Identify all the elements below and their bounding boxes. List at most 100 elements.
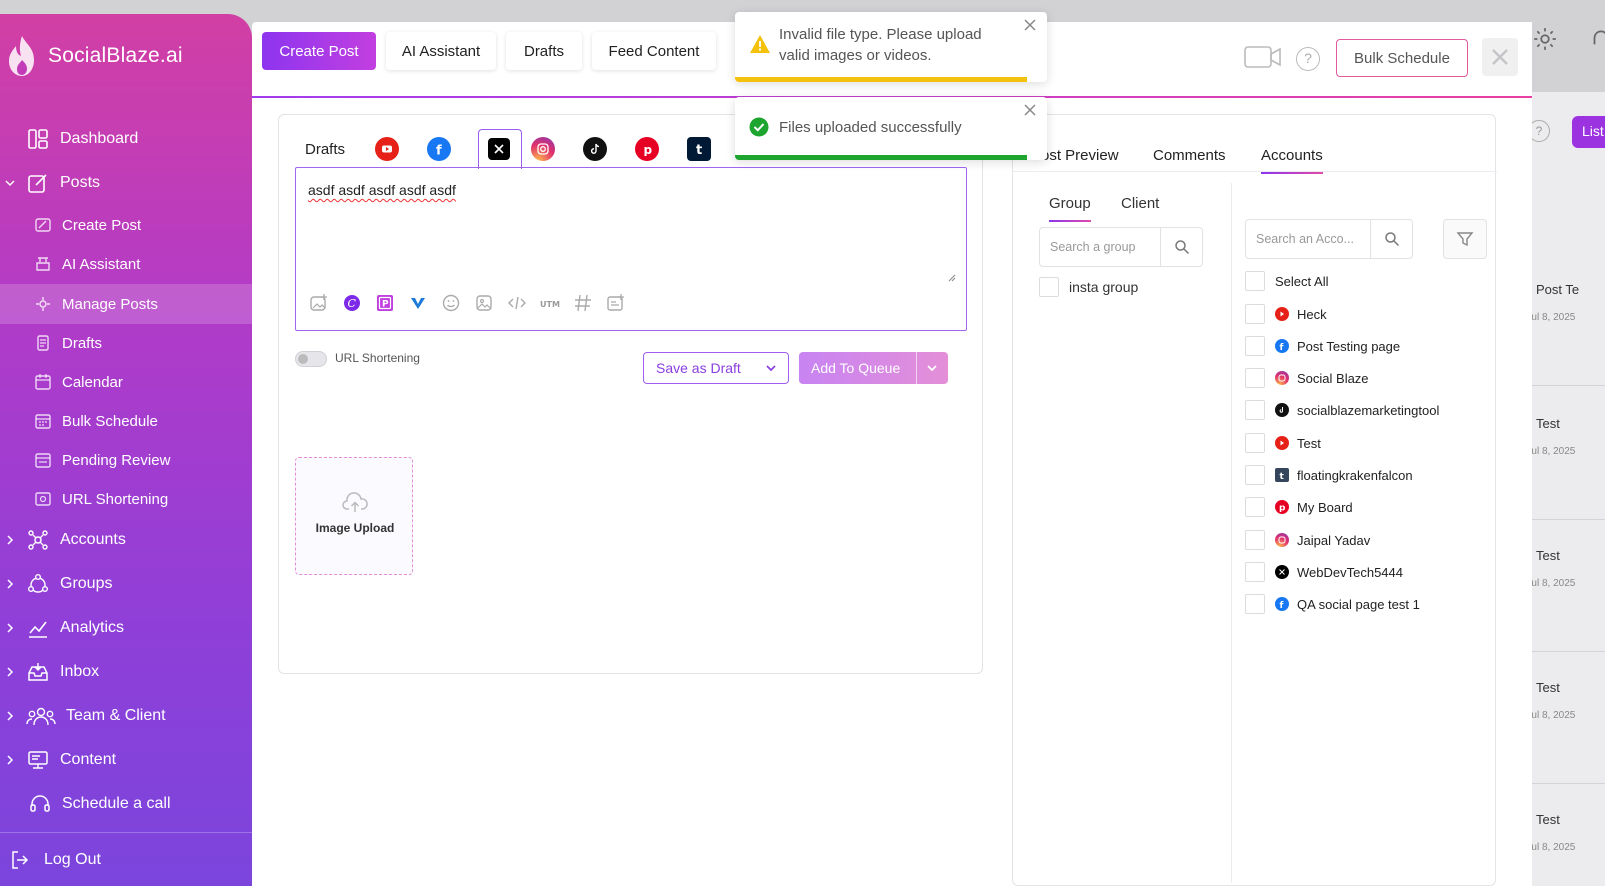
account-checkbox[interactable] (1245, 594, 1265, 614)
sidebar-item-dashboard[interactable]: Dashboard (0, 119, 252, 159)
account-row[interactable]: Test (1245, 431, 1495, 455)
vista-icon[interactable] (407, 292, 429, 314)
chevron-right-icon (7, 623, 14, 633)
sidebar-item-calendar[interactable]: Calendar (0, 362, 252, 402)
select-all-checkbox[interactable] (1245, 271, 1265, 291)
account-checkbox[interactable] (1245, 530, 1265, 550)
account-name: Heck (1297, 306, 1327, 322)
url-shortening-toggle[interactable] (295, 351, 327, 367)
facebook-icon[interactable]: f (427, 137, 451, 161)
account-checkbox[interactable] (1245, 368, 1265, 388)
account-row[interactable]: Social Blaze (1245, 366, 1495, 390)
account-checkbox[interactable] (1245, 433, 1265, 453)
help-icon[interactable]: ? (1296, 47, 1320, 71)
sidebar-item-groups[interactable]: Groups (0, 564, 252, 604)
tab-ai-assistant[interactable]: AI Assistant (386, 32, 496, 70)
bell-icon[interactable] (1588, 26, 1605, 52)
emoji-icon[interactable] (440, 292, 462, 314)
tiktok-icon[interactable] (583, 137, 607, 161)
video-icon[interactable] (1244, 44, 1282, 70)
sidebar-item-accounts[interactable]: Accounts (0, 520, 252, 560)
sidebar-item-create-post[interactable]: Create Post (0, 205, 252, 245)
account-checkbox[interactable] (1245, 497, 1265, 517)
chevron-down-icon[interactable] (924, 360, 940, 376)
close-icon[interactable] (1023, 18, 1037, 32)
sidebar-item-bulk-schedule[interactable]: Bulk Schedule (0, 401, 252, 441)
account-checkbox[interactable] (1245, 304, 1265, 324)
canva-icon[interactable]: C (341, 292, 363, 314)
brand-logo[interactable]: SocialBlaze.ai (4, 32, 183, 80)
tab-drafts[interactable]: Drafts (506, 32, 582, 70)
chevron-right-icon (7, 711, 14, 721)
svg-text:f: f (1280, 343, 1284, 351)
sidebar-item-team-client[interactable]: Team & Client (0, 696, 252, 736)
account-search-input[interactable]: Search an Acco... (1245, 219, 1413, 259)
sidebar-item-schedule-call[interactable]: Schedule a call (0, 784, 252, 824)
utm-icon[interactable]: UTM (539, 292, 561, 314)
card-title: Test (1536, 812, 1560, 827)
account-row[interactable]: p My Board (1245, 495, 1495, 519)
gallery-icon[interactable] (473, 292, 495, 314)
pinterest-icon[interactable]: p (635, 137, 659, 161)
tab-post-preview[interactable]: ost Preview (1041, 147, 1119, 164)
sidebar-item-posts[interactable]: Posts (0, 163, 252, 203)
sidebar-item-logout[interactable]: Log Out (0, 840, 252, 880)
code-icon[interactable] (506, 292, 528, 314)
sidebar-item-content[interactable]: Content (0, 740, 252, 780)
dashboard-icon (26, 127, 50, 151)
account-row[interactable]: WebDevTech5444 (1245, 560, 1495, 584)
sidebar-item-ai-assistant[interactable]: AI Assistant (0, 244, 252, 284)
image-add-icon[interactable] (308, 292, 330, 314)
sidebar-item-label: Create Post (62, 216, 142, 234)
post-text-editor[interactable]: asdf asdf asdf asdf asdf C P UTM (295, 167, 967, 331)
sidebar-item-analytics[interactable]: Analytics (0, 608, 252, 648)
tab-comments[interactable]: Comments (1153, 147, 1226, 164)
select-all-row[interactable]: Select All (1245, 269, 1495, 293)
x-icon[interactable] (488, 138, 510, 160)
picsart-icon[interactable]: P (374, 292, 396, 314)
group-search-input[interactable]: Search a group (1039, 227, 1203, 267)
list-view-button[interactable]: List (1572, 116, 1605, 148)
close-icon[interactable] (1023, 103, 1037, 117)
account-row[interactable]: f QA social page test 1 (1245, 592, 1495, 616)
account-row[interactable]: f Post Testing page (1245, 334, 1495, 358)
group-search-button[interactable] (1160, 228, 1202, 266)
sidebar-item-url-shortening[interactable]: URL Shortening (0, 479, 252, 519)
tab-feed-content[interactable]: Feed Content (592, 32, 716, 70)
account-checkbox[interactable] (1245, 465, 1265, 485)
subtab-group[interactable]: Group (1049, 195, 1091, 222)
sidebar-item-pending-review[interactable]: Pending Review (0, 440, 252, 480)
account-row[interactable]: Heck (1245, 302, 1495, 326)
account-search-button[interactable] (1370, 220, 1412, 258)
account-search-placeholder: Search an Acco... (1256, 232, 1354, 246)
close-modal-button[interactable] (1482, 38, 1518, 76)
account-row[interactable]: socialblazemarketingtool (1245, 398, 1495, 422)
instagram-icon[interactable] (531, 137, 555, 161)
hashtag-icon[interactable] (572, 292, 594, 314)
group-checkbox[interactable] (1039, 277, 1059, 297)
save-as-draft-button[interactable]: Save as Draft (643, 352, 789, 384)
platform-tab-drafts[interactable]: Drafts (305, 141, 345, 158)
account-checkbox[interactable] (1245, 336, 1265, 356)
account-row[interactable]: t floatingkrakenfalcon (1245, 463, 1495, 487)
sidebar-item-inbox[interactable]: Inbox (0, 652, 252, 692)
youtube-icon[interactable] (375, 137, 399, 161)
filter-button[interactable] (1443, 219, 1487, 259)
tab-accounts[interactable]: Accounts (1261, 147, 1323, 174)
account-checkbox[interactable] (1245, 562, 1265, 582)
media-library-icon[interactable] (605, 292, 627, 314)
image-upload-dropzone[interactable]: Image Upload (295, 457, 413, 575)
add-to-queue-button[interactable]: Add To Queue (799, 352, 948, 384)
resize-handle-icon[interactable] (946, 272, 956, 282)
sidebar-item-drafts[interactable]: Drafts (0, 323, 252, 363)
chevron-down-icon[interactable] (764, 361, 778, 375)
gear-icon[interactable] (1532, 26, 1558, 52)
sidebar-item-manage-posts[interactable]: Manage Posts (0, 284, 252, 324)
subtab-client[interactable]: Client (1121, 195, 1159, 212)
tab-create-post[interactable]: Create Post (262, 32, 376, 70)
bulk-schedule-button[interactable]: Bulk Schedule (1336, 39, 1468, 77)
post-text-content[interactable]: asdf asdf asdf asdf asdf (308, 182, 456, 198)
account-checkbox[interactable] (1245, 400, 1265, 420)
tumblr-icon[interactable]: t (687, 137, 711, 161)
account-row[interactable]: Jaipal Yadav (1245, 528, 1495, 552)
